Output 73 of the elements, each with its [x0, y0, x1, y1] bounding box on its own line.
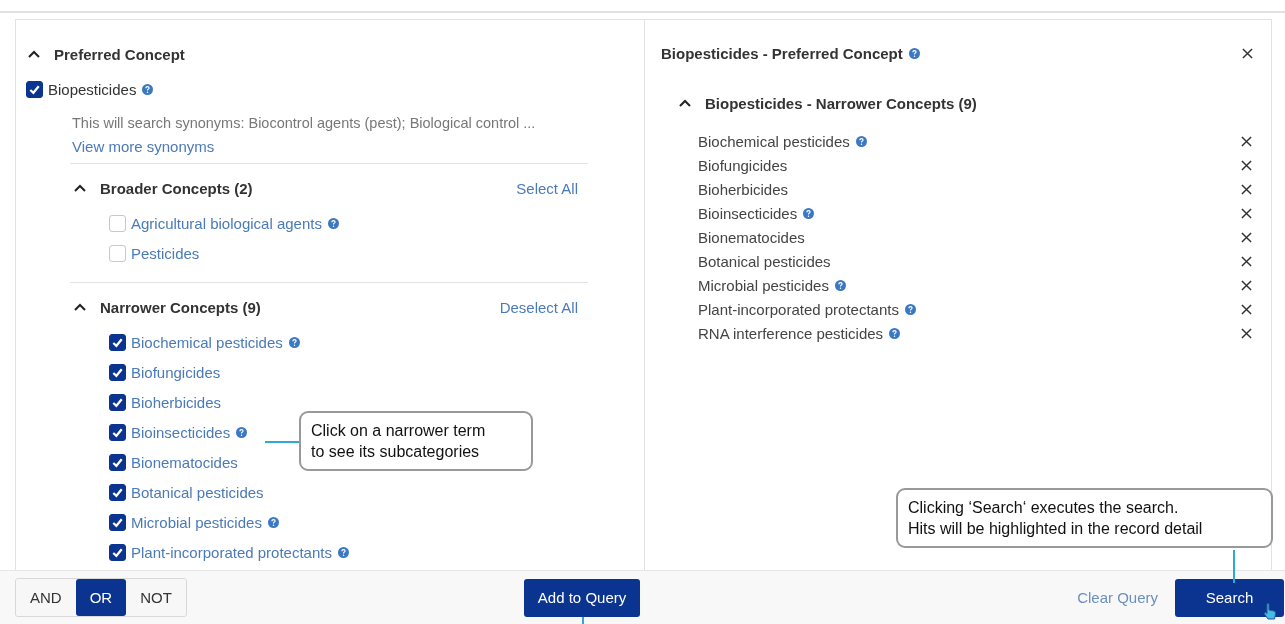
section-heading: Preferred Concept — [54, 45, 185, 63]
help-icon[interactable] — [889, 327, 901, 339]
operator-toggle[interactable]: OR — [75, 579, 127, 616]
chevron-icon[interactable] — [679, 99, 691, 107]
remove-icon[interactable] — [1241, 183, 1252, 195]
checkbox[interactable] — [109, 363, 126, 381]
help-icon[interactable] — [327, 217, 339, 229]
callout: Click on a narrower term to see its subcategories — [299, 411, 533, 471]
help-icon[interactable] — [267, 516, 279, 528]
close-icon[interactable] — [1242, 47, 1253, 59]
checkbox[interactable] — [109, 543, 126, 561]
checkbox[interactable] — [109, 513, 126, 531]
concept-link[interactable]: Plant-incorporated protectants — [131, 543, 332, 561]
help-icon[interactable] — [904, 303, 916, 315]
query-term: Plant-incorporated protectants — [698, 300, 899, 318]
group-heading: Broader Concepts (2) — [100, 179, 254, 197]
query-term: Bioinsecticides — [698, 204, 798, 222]
remove-icon[interactable] — [1241, 231, 1252, 243]
concept-link[interactable]: Microbial pesticides — [131, 513, 262, 531]
term-label: Biopesticides — [48, 80, 137, 98]
help-icon[interactable] — [288, 336, 300, 348]
help-icon[interactable] — [803, 207, 815, 219]
hand-cursor-icon — [1263, 603, 1277, 621]
remove-icon[interactable] — [1241, 159, 1252, 171]
remove-icon[interactable] — [1241, 135, 1252, 147]
concept-link[interactable]: Bionematocides — [131, 453, 238, 471]
query-term: Biochemical pesticides — [698, 132, 850, 150]
query-term: Bioherbicides — [698, 180, 789, 198]
help-icon[interactable] — [855, 135, 867, 147]
remove-icon[interactable] — [1241, 327, 1252, 339]
query-term: RNA interference pesticides — [698, 324, 884, 342]
query-term: Botanical pesticides — [698, 252, 831, 270]
clear-query-link[interactable]: Clear Query — [1077, 589, 1158, 606]
help-icon[interactable] — [142, 83, 154, 95]
help-icon[interactable] — [337, 546, 349, 558]
checkbox[interactable] — [109, 423, 126, 441]
synonyms-text: This will search synonyms: Biocontrol agents (pest); Biological control ... — [72, 115, 537, 131]
search-button[interactable]: Search — [1175, 578, 1284, 617]
query-term: Microbial pesticides — [698, 276, 829, 294]
concept-link[interactable]: Agricultural biological agents — [131, 214, 322, 232]
remove-icon[interactable] — [1241, 303, 1252, 315]
chevron-icon[interactable] — [74, 303, 86, 311]
callout: Clicking ‘Search‘ executes the search. Hits will be highlighted in the record detail — [896, 488, 1273, 548]
remove-icon[interactable] — [1241, 279, 1252, 291]
help-icon[interactable] — [236, 426, 248, 438]
chevron-icon[interactable] — [74, 184, 86, 192]
add-to-query-button[interactable]: Add to Query — [523, 578, 641, 617]
help-icon[interactable] — [908, 47, 920, 59]
view-more-link[interactable]: View more synonyms — [72, 138, 215, 155]
select-all-link[interactable]: Deselect All — [499, 298, 578, 316]
concept-link[interactable]: Bioherbicides — [131, 393, 222, 411]
remove-icon[interactable] — [1241, 255, 1252, 267]
panel-title: Biopesticides - Preferred Concept — [661, 44, 903, 62]
chevron-icon[interactable] — [28, 50, 40, 58]
concept-link[interactable]: Biofungicides — [131, 363, 221, 381]
query-term: Biofungicides — [698, 156, 788, 174]
leader-line — [265, 441, 299, 443]
concept-link[interactable]: Botanical pesticides — [131, 483, 264, 501]
checkbox[interactable] — [109, 333, 126, 351]
leader-line — [1233, 550, 1235, 583]
help-icon[interactable] — [834, 279, 846, 291]
group-heading: Narrower Concepts (9) — [100, 298, 262, 316]
checkbox[interactable] — [109, 393, 126, 411]
concept-link[interactable]: Pesticides — [131, 244, 200, 262]
concept-link[interactable]: Bioinsecticides — [131, 423, 231, 441]
checkbox[interactable] — [109, 453, 126, 471]
checkbox[interactable] — [26, 80, 43, 98]
select-all-link[interactable]: Select All — [516, 179, 578, 197]
checkbox[interactable] — [109, 483, 126, 501]
remove-icon[interactable] — [1241, 207, 1252, 219]
query-term: Bionematocides — [698, 228, 805, 246]
concept-link[interactable]: Biochemical pesticides — [131, 333, 283, 351]
section-heading: Biopesticides - Narrower Concepts (9) — [705, 94, 977, 112]
